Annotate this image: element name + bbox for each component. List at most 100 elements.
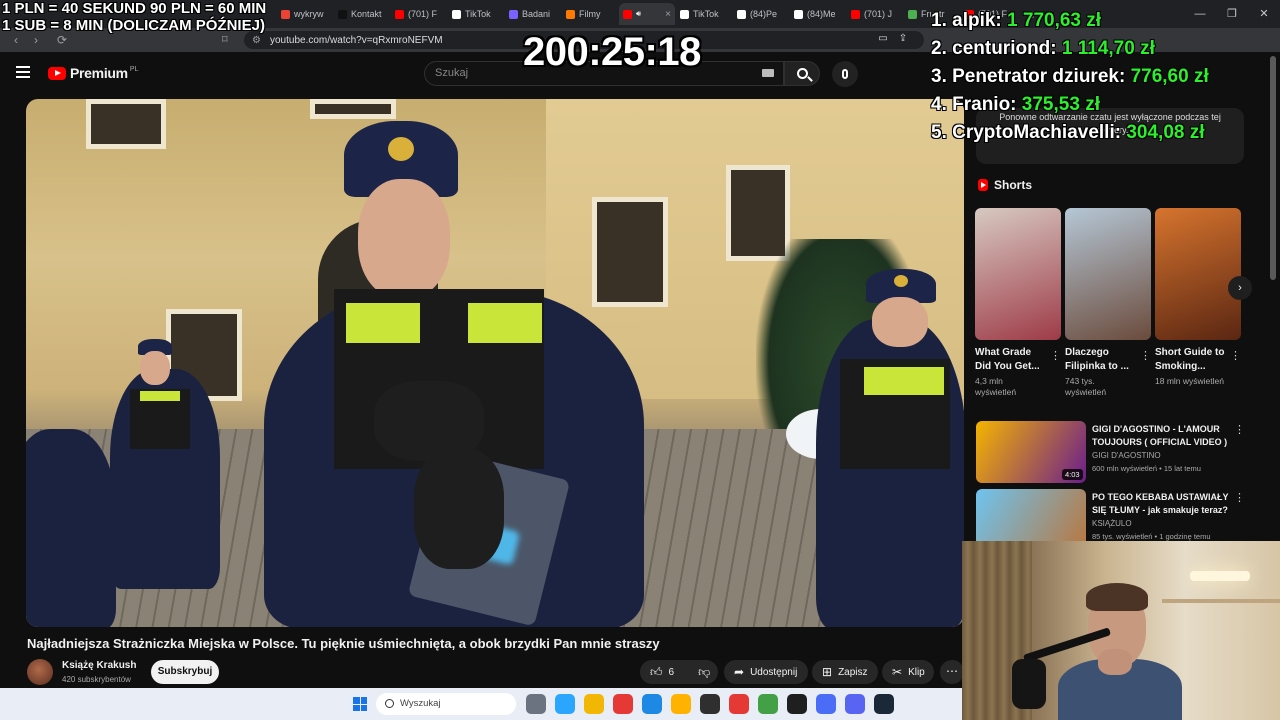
browser-tab[interactable]: wykryw: [277, 3, 333, 25]
browser-tab[interactable]: (84)Me: [790, 3, 846, 25]
tab-label: (84)Pe: [750, 9, 778, 19]
reload-icon[interactable]: ⟳: [52, 33, 72, 47]
taskbar-app-icon[interactable]: [787, 694, 807, 714]
subathon-timer: 200:25:18: [523, 30, 701, 74]
like-icon[interactable]: 👍︎: [650, 665, 663, 680]
youtube-play-icon: [48, 66, 66, 80]
recommended-menu-icon[interactable]: ⋮: [1234, 491, 1245, 504]
tab-favicon-icon: [566, 9, 575, 19]
taskbar-app-icon[interactable]: [758, 694, 778, 714]
video-window-1: [86, 99, 166, 149]
short-thumbnail[interactable]: [1065, 208, 1151, 340]
recommended-meta: 85 tys. wyświetleń • 1 godzinę temu: [1092, 532, 1211, 541]
webcam-lamp: [1190, 571, 1250, 581]
taskbar-app-icon[interactable]: [700, 694, 720, 714]
donor-amount: 304,08 zł: [1126, 122, 1205, 143]
recommended-title[interactable]: GIGI D'AGOSTINO - L'AMOUR TOUJOURS ( OFF…: [1092, 423, 1232, 449]
short-menu-icon[interactable]: ⋮: [1230, 349, 1241, 362]
playlist-add-icon: ⊞: [822, 665, 833, 679]
rate-line-2: 1 SUB = 8 MIN (DOLICZAM PÓŹNIEJ): [2, 17, 265, 34]
save-button[interactable]: ⊞ Zapisz: [812, 660, 878, 684]
close-tab-icon[interactable]: ×: [665, 9, 671, 20]
search-placeholder: Szukaj: [435, 67, 469, 79]
share-icon[interactable]: ⇪: [896, 32, 910, 46]
browser-tab[interactable]: Badani: [505, 3, 561, 25]
voice-search-button[interactable]: [832, 61, 858, 87]
menu-icon[interactable]: [16, 66, 30, 78]
like-dislike-group: 👍︎ 6 👎︎: [640, 660, 718, 684]
recommended-menu-icon[interactable]: ⋮: [1234, 423, 1245, 436]
search-button[interactable]: [784, 61, 820, 86]
taskbar-app-icon[interactable]: [613, 694, 633, 714]
tab-favicon-icon: [908, 9, 917, 19]
page-scrollbar[interactable]: [1270, 56, 1276, 280]
clip-label: Klip: [908, 666, 925, 678]
clip-button[interactable]: ✂ Klip: [882, 660, 934, 684]
forward-button[interactable]: ›: [26, 33, 46, 47]
close-window-button[interactable]: ✕: [1248, 0, 1280, 28]
taskbar-app-icon[interactable]: [642, 694, 662, 714]
taskbar-app-icon[interactable]: [816, 694, 836, 714]
video-player[interactable]: [26, 99, 964, 627]
browser-tab[interactable]: (701) F: [391, 3, 447, 25]
maximize-button[interactable]: ❐: [1216, 0, 1248, 28]
browser-tab[interactable]: TikTok: [448, 3, 504, 25]
browser-tab[interactable]: 🔊︎ ×: [619, 3, 675, 25]
short-menu-icon[interactable]: ⋮: [1140, 349, 1151, 362]
recommended-video[interactable]: 4:03 GIGI D'AGOSTINO - L'AMOUR TOUJOURS (…: [976, 421, 1266, 483]
more-actions-button[interactable]: ⋯: [940, 660, 964, 684]
browser-tab[interactable]: (701) J: [847, 3, 903, 25]
short-card[interactable]: Short Guide to Smoking... 18 mln wyświetl…: [1155, 208, 1241, 387]
back-button[interactable]: ‹: [6, 33, 26, 47]
share-button[interactable]: ➦ Udostępnij: [724, 660, 808, 684]
short-card[interactable]: What Grade Did You Get... 4,3 mln wyświet…: [975, 208, 1061, 398]
video-window-2: [310, 99, 396, 119]
taskbar-app-icon[interactable]: [874, 694, 894, 714]
screen: { "browser": { "tabs": [ {"label": "wykr…: [0, 0, 1280, 720]
dislike-icon[interactable]: 👎︎: [698, 665, 710, 680]
video-title: Najładniejsza Strażniczka Miejska w Pols…: [27, 636, 660, 651]
short-title[interactable]: Short Guide to Smoking...: [1155, 346, 1227, 374]
short-thumbnail[interactable]: [975, 208, 1061, 340]
browser-tab[interactable]: Filmy: [562, 3, 618, 25]
recommended-channel[interactable]: KSIĄŻULO: [1092, 519, 1132, 528]
keyboard-icon[interactable]: [762, 69, 774, 77]
url-text: youtube.com/watch?v=qRxmroNEFVM: [270, 34, 443, 46]
short-thumbnail[interactable]: [1155, 208, 1241, 340]
channel-name[interactable]: Książę Krakush: [62, 660, 136, 671]
youtube-logo[interactable]: Premium PL: [48, 65, 138, 81]
short-title[interactable]: What Grade Did You Get...: [975, 346, 1047, 374]
browser-tab[interactable]: Kontakt: [334, 3, 390, 25]
channel-avatar[interactable]: [27, 659, 53, 685]
taskbar-app-icon[interactable]: [671, 694, 691, 714]
site-info-icon[interactable]: ⚙: [252, 35, 262, 46]
browser-tab[interactable]: TikTok: [676, 3, 732, 25]
taskbar-app-icon[interactable]: [845, 694, 865, 714]
taskbar-search-icon: [385, 699, 394, 708]
shorts-next-button[interactable]: ›: [1228, 276, 1252, 300]
donor-row: 1. alpik: 1 770,63 zł: [931, 7, 1209, 35]
tab-favicon-icon: [509, 9, 518, 19]
like-count[interactable]: 6: [669, 667, 675, 678]
short-card[interactable]: Dlaczego Filipinka to ... 743 tys. wyświe…: [1065, 208, 1151, 398]
video-window-3: [592, 197, 668, 307]
short-menu-icon[interactable]: ⋮: [1050, 349, 1061, 362]
bookmark-icon[interactable]: ⌑: [222, 33, 228, 46]
subscribe-button[interactable]: Subskrybuj: [151, 660, 219, 684]
cast-icon[interactable]: ▭: [876, 32, 890, 46]
shorts-title: Shorts: [994, 178, 1033, 192]
browser-tab[interactable]: (84)Pe: [733, 3, 789, 25]
recommended-title[interactable]: PO TEGO KEBABA USTAWIAŁY SIĘ TŁUMY - jak…: [1092, 491, 1232, 517]
windows-start-icon[interactable]: [353, 697, 367, 711]
recommended-channel[interactable]: GIGI D'AGOSTINO: [1092, 451, 1161, 460]
taskbar-app-icon[interactable]: [729, 694, 749, 714]
taskbar-search-input[interactable]: Wyszukaj: [376, 693, 516, 715]
donor-amount: 1 114,70 zł: [1061, 38, 1155, 59]
taskbar-app-icon[interactable]: [584, 694, 604, 714]
taskbar-app-icon[interactable]: [526, 694, 546, 714]
microphone-icon: [842, 69, 848, 79]
short-title[interactable]: Dlaczego Filipinka to ...: [1065, 346, 1137, 374]
tab-audio-icon[interactable]: 🔊︎: [636, 9, 641, 19]
donor-row: 4. Franio: 375,53 zł: [931, 91, 1209, 119]
taskbar-app-icon[interactable]: [555, 694, 575, 714]
